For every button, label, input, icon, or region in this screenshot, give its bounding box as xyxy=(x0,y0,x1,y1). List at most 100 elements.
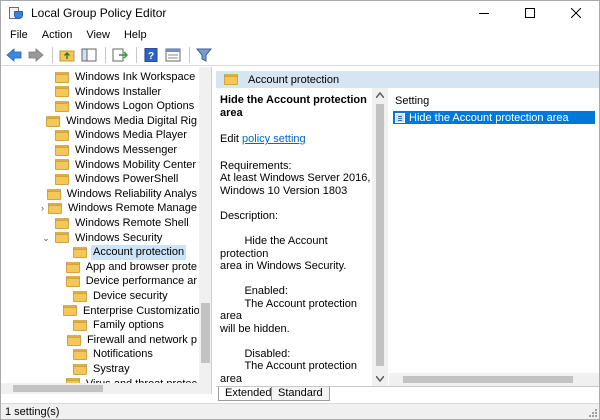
tree-item[interactable]: Windows Media Player xyxy=(1,128,199,143)
tree-item[interactable]: Account protection xyxy=(1,245,199,260)
tree-item-label: Windows PowerShell xyxy=(75,173,179,186)
tree-item-label: Family options xyxy=(93,319,164,332)
expand-chevron-icon[interactable]: › xyxy=(41,203,44,214)
tree-item[interactable]: Device performance ar xyxy=(1,274,199,289)
maximize-button[interactable] xyxy=(507,1,553,25)
up-one-level-button[interactable] xyxy=(57,46,77,64)
scrollbar-thumb[interactable] xyxy=(376,104,384,366)
scroll-down-icon[interactable] xyxy=(376,376,384,382)
tree-item[interactable]: Windows PowerShell xyxy=(1,172,199,187)
list-horizontal-scrollbar[interactable] xyxy=(389,373,599,386)
tree-item[interactable]: Windows Ink Workspace xyxy=(1,70,199,85)
scrollbar-thumb[interactable] xyxy=(13,385,103,392)
back-arrow-icon xyxy=(6,47,22,62)
folder-icon xyxy=(55,86,69,98)
description-scrollbar[interactable] xyxy=(372,88,388,386)
column-header-setting[interactable]: Setting xyxy=(389,92,599,110)
tree-item[interactable]: Windows Reliability Analys xyxy=(1,187,199,202)
folder-icon xyxy=(55,144,69,156)
filter-button[interactable] xyxy=(194,46,214,64)
svg-text:?: ? xyxy=(148,51,154,62)
setting-row-label: Hide the Account protection area xyxy=(409,111,569,124)
close-icon xyxy=(571,8,581,18)
scrollbar-thumb[interactable] xyxy=(403,376,573,383)
tree-horizontal-scrollbar[interactable] xyxy=(1,383,211,394)
menu-action[interactable]: Action xyxy=(35,29,80,41)
folder-icon xyxy=(55,232,69,244)
tree-item-label: Device performance ar xyxy=(85,275,197,288)
tree-item[interactable]: Windows Remote Shell xyxy=(1,216,199,231)
tree-item-label: Windows Logon Options xyxy=(75,100,195,113)
edit-policy-setting-link[interactable]: policy setting xyxy=(242,133,306,145)
tree-vertical-scrollbar[interactable] xyxy=(199,67,211,383)
tree-item-label: Windows Media Player xyxy=(75,129,187,142)
tree-item-label: Notifications xyxy=(93,348,153,361)
minimize-icon xyxy=(479,13,489,14)
tree-item[interactable]: › Windows Remote Manage xyxy=(1,201,199,216)
edit-line: Edit policy setting xyxy=(220,133,372,146)
setting-row[interactable]: Hide the Account protection area xyxy=(393,111,595,124)
minimize-button[interactable] xyxy=(461,1,507,25)
edit-prefix: Edit xyxy=(220,133,239,145)
tree-item[interactable]: Windows Mobility Center xyxy=(1,158,199,173)
tab-standard[interactable]: Standard xyxy=(271,387,330,401)
tree-item[interactable]: ⌄ Windows Security xyxy=(1,231,199,246)
menu-file[interactable]: File xyxy=(3,29,35,41)
collapse-chevron-icon[interactable]: ⌄ xyxy=(41,233,51,243)
tree-item[interactable]: Windows Installer xyxy=(1,85,199,100)
tree-item-label: Windows Media Digital Rig xyxy=(66,114,197,127)
tree-item[interactable]: Device security xyxy=(1,289,199,304)
export-list-button[interactable] xyxy=(110,46,130,64)
details-header-title: Account protection xyxy=(248,73,340,86)
status-text: 1 setting(s) xyxy=(5,406,60,418)
tree-item[interactable]: Windows Messenger xyxy=(1,143,199,158)
folder-icon xyxy=(73,349,87,361)
scrollbar-thumb[interactable] xyxy=(201,303,210,363)
menu-help[interactable]: Help xyxy=(117,29,154,41)
tree-item-label: Windows Installer xyxy=(75,85,162,98)
tree-item[interactable]: Enterprise Customizatio xyxy=(1,304,200,319)
tree-item-label: Enterprise Customizatio xyxy=(83,304,200,317)
close-button[interactable] xyxy=(553,1,599,25)
forward-button[interactable] xyxy=(26,46,46,64)
tree-item-label: Account protection xyxy=(91,245,187,260)
tree-item[interactable]: App and browser prote xyxy=(1,260,199,275)
properties-button[interactable] xyxy=(163,46,183,64)
back-button[interactable] xyxy=(4,46,24,64)
filter-icon xyxy=(196,48,212,62)
toolbar: ? xyxy=(1,44,599,66)
menu-view[interactable]: View xyxy=(79,29,117,41)
tree-item[interactable]: Systray xyxy=(1,362,199,377)
tree-item[interactable]: Windows Logon Options xyxy=(1,99,199,114)
tree-item[interactable]: Windows Media Digital Rig xyxy=(1,114,199,129)
folder-icon xyxy=(73,290,87,302)
tree-item[interactable]: Family options xyxy=(1,318,199,333)
tree-item-label: Windows Ink Workspace xyxy=(75,71,196,83)
group-policy-app-icon xyxy=(9,7,23,19)
console-tree[interactable]: Windows Ink Workspace Windows Installer Wi… xyxy=(1,67,212,394)
folder-icon xyxy=(63,305,77,317)
folder-icon xyxy=(65,276,80,288)
tree-item[interactable]: Notifications xyxy=(1,347,199,362)
show-hide-tree-button[interactable] xyxy=(79,46,99,64)
tree-item[interactable]: Firewall and network p xyxy=(1,333,199,348)
resize-grip-icon[interactable] xyxy=(587,407,597,417)
help-icon: ? xyxy=(144,47,158,62)
tab-extended[interactable]: Extended xyxy=(218,387,279,401)
folder-icon xyxy=(46,115,61,127)
scroll-up-icon[interactable] xyxy=(376,92,384,98)
status-bar: 1 setting(s) xyxy=(1,403,599,419)
title-bar[interactable]: Local Group Policy Editor xyxy=(1,1,599,25)
help-button[interactable]: ? xyxy=(141,46,161,64)
